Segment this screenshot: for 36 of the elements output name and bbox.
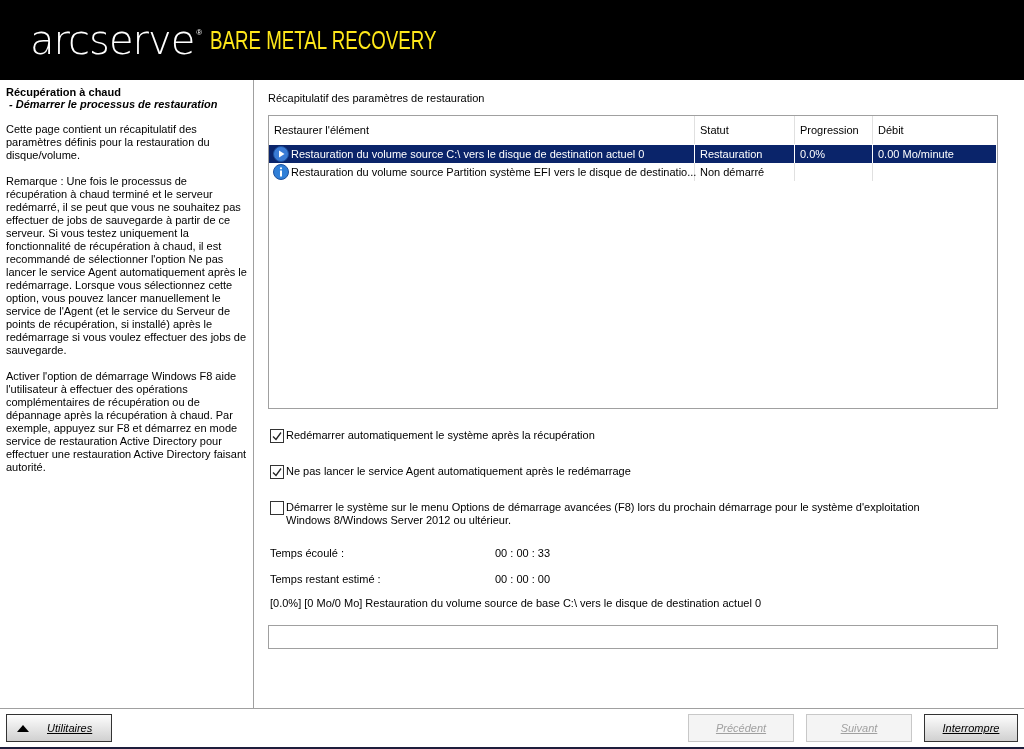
brand-logo: arcserve: [30, 20, 195, 60]
time-value: 00 : 00 : 00: [495, 573, 551, 585]
column-header[interactable]: Restaurer l'élément: [269, 116, 695, 144]
checkbox[interactable]: [270, 429, 284, 443]
table-row[interactable]: Restauration du volume source Partition système EFI vers le disque de destinatio... Non démarré: [269, 163, 997, 181]
table-cell: Non démarré: [700, 166, 765, 178]
status-text: [0.0%] [0 Mo/0 Mo] Restauration du volume source de base C:\ vers le disque de destination actuel 0: [270, 597, 762, 609]
option-label: Démarrer le système sur le menu Options de démarrage avancées (F8) lors du prochain démarrage pour le système d'exploitation Windows 8/Windows Server 2012 ou ultérieur.: [286, 501, 921, 527]
table-cell: 0.0%: [800, 148, 826, 160]
table-row[interactable]: Restauration du volume source C:\ vers le disque de destination actuel 0 Restauration 0.0% 0.00 Mo/minute: [269, 145, 997, 163]
column-header[interactable]: Statut: [695, 116, 795, 144]
sidebar-title: Récupération à chaud: [6, 86, 122, 98]
footer-button[interactable]: Utilitaires: [6, 714, 112, 742]
column-header[interactable]: Débit: [873, 116, 997, 144]
column-header[interactable]: Progression: [795, 116, 873, 144]
info-icon: [273, 164, 289, 180]
help-paragraph: Remarque : Une fois le processus de récupération à chaud terminé et le serveur redémarré, il se peut que vous ne souhaitez pas effectuer de jobs de sauvegarde à partir de ce serveur. Si vous testez uniquement la fonctionnalité de récupération à chaud, il est recommandé de sélectionner l'option Ne pas lancer le service Agent automatiquement après le redémarrage. Lorsque vous sélectionnez cette option, vous pouvez lancer manuellement le service de l'Agent (et le service du Serveur de points de récupération, si installé) après le redémarrage si vous voulez effectuer des jobs de sauvegarde.: [6, 175, 247, 357]
time-label: Temps restant estimé :: [270, 573, 382, 585]
footer-button[interactable]: Interrompre: [924, 714, 1018, 742]
summary-title: Récapitulatif des paramètres de restauration: [268, 92, 486, 104]
checkbox[interactable]: [270, 501, 284, 515]
product-title: BARE METAL RECOVERY: [210, 24, 437, 56]
caret-icon: [17, 724, 29, 732]
help-paragraph: Activer l'option de démarrage Windows F8 aide l'utilisateur à effectuer des opérations complémentaires de récupération ou de dépannage après la récupération à chaud. Par exemple, appuyez sur F8 et démarrez en mode service de restauration Active Directory pour effectuer une restauration Active Directory faisant autorité.: [6, 370, 247, 474]
time-label: Temps écoulé :: [270, 547, 345, 559]
table-cell: Restauration du volume source Partition système EFI vers le disque de destinatio...: [291, 166, 697, 178]
checkbox[interactable]: [270, 465, 284, 479]
table-cell: Restauration: [700, 148, 763, 160]
table-cell: Restauration du volume source C:\ vers le disque de destination actuel 0: [291, 148, 645, 160]
help-paragraph: Cette page contient un récapitulatif des paramètres définis pour la restauration du disque/volume.: [6, 123, 211, 162]
option-label: Ne pas lancer le service Agent automatiquement après le redémarrage: [286, 465, 632, 478]
table-cell: 0.00 Mo/minute: [878, 148, 954, 160]
sidebar-subtitle: - Démarrer le processus de restauration: [8, 98, 219, 110]
registered-mark: ®: [196, 28, 203, 37]
option-label: Redémarrer automatiquement le système après la récupération: [286, 429, 596, 442]
time-value: 00 : 00 : 33: [495, 547, 551, 559]
